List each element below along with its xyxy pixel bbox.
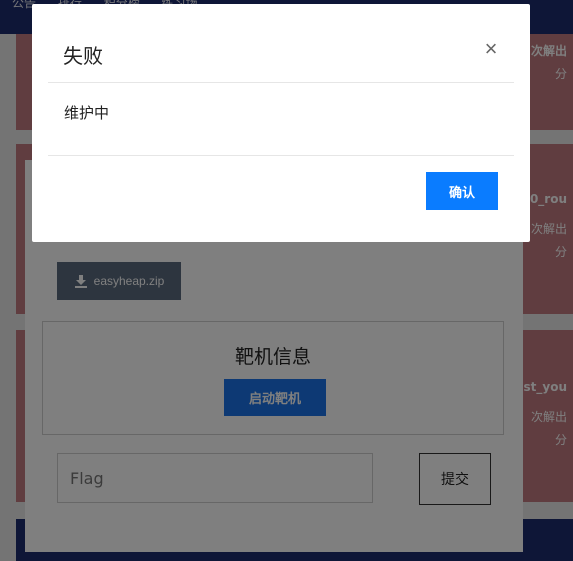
- modal-footer-divider: [48, 155, 514, 156]
- modal-header-divider: [48, 82, 514, 83]
- close-icon[interactable]: ×: [480, 38, 502, 60]
- error-modal: 失败 × 维护中 确认: [32, 4, 530, 242]
- modal-message: 维护中: [64, 104, 110, 122]
- confirm-button[interactable]: 确认: [426, 172, 498, 210]
- modal-title: 失败: [63, 44, 103, 68]
